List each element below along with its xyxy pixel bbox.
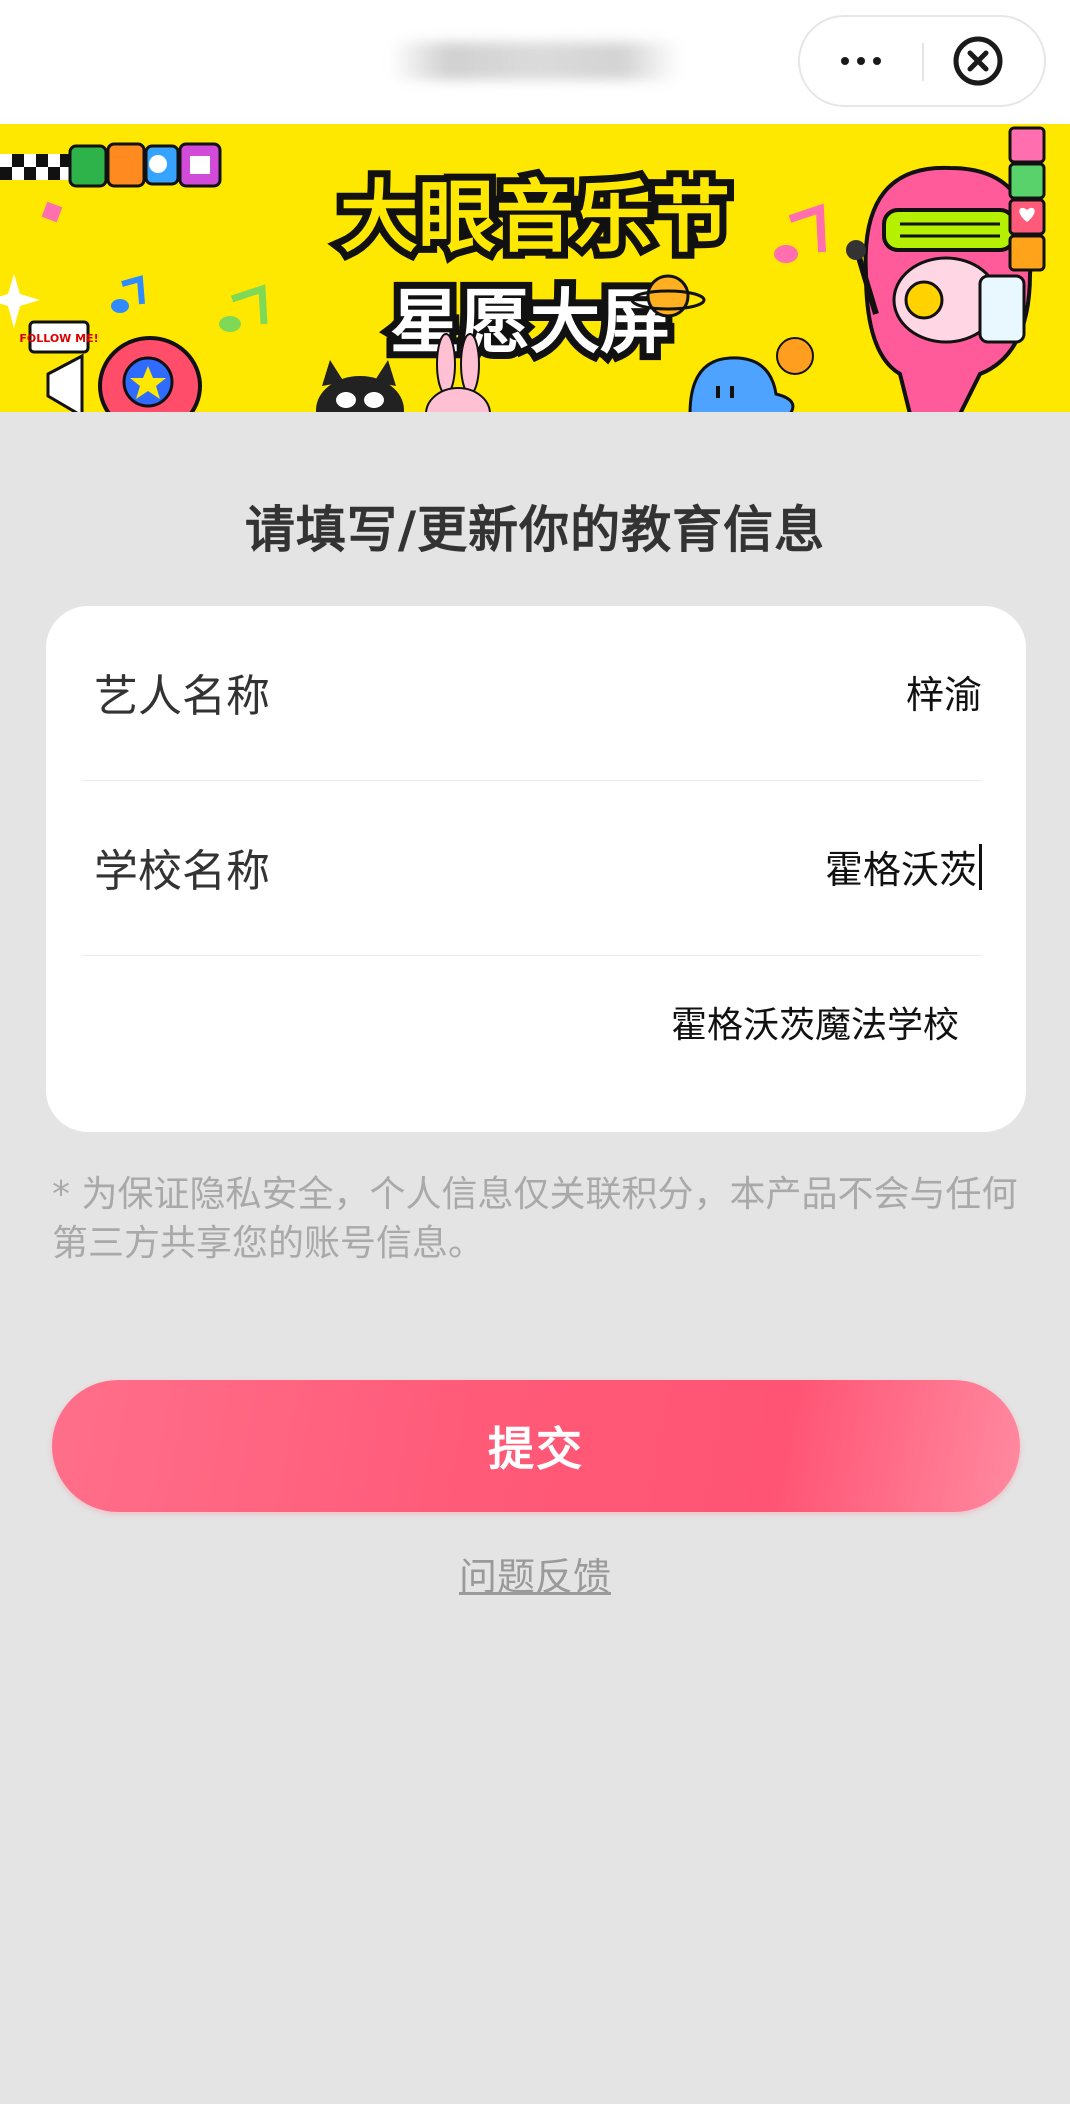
capsule-menu [798,15,1046,107]
capsule-divider [922,43,924,81]
sticker-tiles [68,142,222,188]
sun-icon [776,337,814,375]
banner-sign-text: FOLLOW ME! [19,332,98,345]
feedback-link[interactable]: 问题反馈 [0,1546,1070,1601]
page-title: 请填写/更新你的教育信息 [244,501,826,559]
school-suggestion-item[interactable]: 霍格沃茨魔法学校 [671,996,959,1048]
festival-banner: 大眼音乐节 星愿大屏 FOLLOW ME! [0,124,1070,412]
school-name-input[interactable]: 霍格沃茨 [825,839,982,894]
side-sticker-tiles [1008,126,1046,272]
more-dot [873,57,881,65]
school-name-row[interactable]: 学校名称 霍格沃茨 [82,781,982,956]
text-caret [979,843,982,890]
school-name-label: 学校名称 [94,846,270,897]
artist-name-value: 梓渝 [905,673,982,717]
more-button[interactable] [800,17,922,105]
school-name-value: 霍格沃茨 [824,848,977,892]
submit-button[interactable]: 提交 [52,1380,1020,1512]
more-dots-icon [841,57,849,65]
mini-program-nav-bar [0,0,1070,124]
privacy-notice: * 为保证隐私安全，个人信息仅关联积分，本产品不会与任何第三方共享您的账号信息。 [52,1174,1018,1264]
artist-name-label: 艺人名称 [94,671,270,722]
banner-illustration: 大眼音乐节 星愿大屏 FOLLOW ME! [0,124,1070,412]
education-form-card: 艺人名称 梓渝 学校名称 霍格沃茨 霍格沃茨魔法学校 [46,606,1026,1132]
banner-title-line1: 大眼音乐节 [340,173,730,263]
blurred-page-title [390,42,680,80]
artist-name-field[interactable]: 梓渝 [906,664,982,719]
banner-title-line2: 星愿大屏 [390,281,670,363]
close-button[interactable] [952,35,1004,87]
close-circle-icon [953,36,1003,86]
more-dot [857,57,865,65]
artist-name-row[interactable]: 艺人名称 梓渝 [82,606,982,781]
checker-strip [0,154,70,180]
